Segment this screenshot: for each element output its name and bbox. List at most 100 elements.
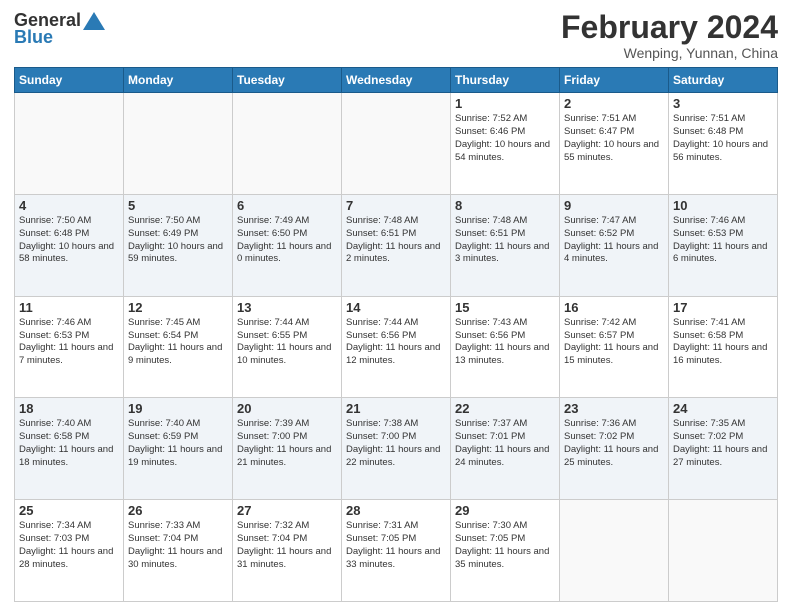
day-number: 28 bbox=[346, 503, 446, 518]
day-number: 14 bbox=[346, 300, 446, 315]
day-number: 20 bbox=[237, 401, 337, 416]
day-info: Sunrise: 7:47 AM Sunset: 6:52 PM Dayligh… bbox=[564, 215, 664, 266]
day-number: 17 bbox=[673, 300, 773, 315]
day-info: Sunrise: 7:49 AM Sunset: 6:50 PM Dayligh… bbox=[237, 215, 337, 266]
calendar-cell: 19 Sunrise: 7:40 AM Sunset: 6:59 PM Dayli… bbox=[124, 398, 233, 500]
day-number: 24 bbox=[673, 401, 773, 416]
weekday-header: Friday bbox=[560, 68, 669, 93]
day-number: 4 bbox=[19, 198, 119, 213]
calendar-week-row: 25 Sunrise: 7:34 AM Sunset: 7:03 PM Dayli… bbox=[15, 500, 778, 602]
calendar-cell: 8Sunrise: 7:48 AM Sunset: 6:51 PM Daylig… bbox=[451, 194, 560, 296]
day-number: 1 bbox=[455, 96, 555, 111]
calendar-cell: 1 Sunrise: 7:52 AM Sunset: 6:46 PM Daylig… bbox=[451, 93, 560, 195]
calendar-cell: 23 Sunrise: 7:36 AM Sunset: 7:02 PM Dayli… bbox=[560, 398, 669, 500]
day-info: Sunrise: 7:51 AM Sunset: 6:48 PM Dayligh… bbox=[673, 113, 773, 164]
calendar-cell bbox=[15, 93, 124, 195]
day-info: Sunrise: 7:48 AM Sunset: 6:51 PM Dayligh… bbox=[346, 215, 446, 266]
day-info: Sunrise: 7:35 AM Sunset: 7:02 PM Dayligh… bbox=[673, 418, 773, 469]
calendar-cell: 10Sunrise: 7:46 AM Sunset: 6:53 PM Dayli… bbox=[669, 194, 778, 296]
day-info: Sunrise: 7:50 AM Sunset: 6:49 PM Dayligh… bbox=[128, 215, 228, 266]
day-info: Sunrise: 7:38 AM Sunset: 7:00 PM Dayligh… bbox=[346, 418, 446, 469]
day-number: 26 bbox=[128, 503, 228, 518]
calendar-cell: 26 Sunrise: 7:33 AM Sunset: 7:04 PM Dayli… bbox=[124, 500, 233, 602]
month-title: February 2024 bbox=[561, 10, 778, 45]
weekday-header: Saturday bbox=[669, 68, 778, 93]
day-info: Sunrise: 7:44 AM Sunset: 6:56 PM Dayligh… bbox=[346, 317, 446, 368]
day-info: Sunrise: 7:44 AM Sunset: 6:55 PM Dayligh… bbox=[237, 317, 337, 368]
calendar-cell: 25 Sunrise: 7:34 AM Sunset: 7:03 PM Dayli… bbox=[15, 500, 124, 602]
day-info: Sunrise: 7:31 AM Sunset: 7:05 PM Dayligh… bbox=[346, 520, 446, 571]
day-number: 15 bbox=[455, 300, 555, 315]
day-info: Sunrise: 7:51 AM Sunset: 6:47 PM Dayligh… bbox=[564, 113, 664, 164]
day-info: Sunrise: 7:36 AM Sunset: 7:02 PM Dayligh… bbox=[564, 418, 664, 469]
calendar-cell bbox=[342, 93, 451, 195]
calendar-cell: 7 Sunrise: 7:48 AM Sunset: 6:51 PM Daylig… bbox=[342, 194, 451, 296]
calendar-cell: 2Sunrise: 7:51 AM Sunset: 6:47 PM Daylig… bbox=[560, 93, 669, 195]
header-right: February 2024 Wenping, Yunnan, China bbox=[561, 10, 778, 61]
calendar-cell: 21 Sunrise: 7:38 AM Sunset: 7:00 PM Dayli… bbox=[342, 398, 451, 500]
calendar-cell: 12Sunrise: 7:45 AM Sunset: 6:54 PM Dayli… bbox=[124, 296, 233, 398]
calendar-cell: 28 Sunrise: 7:31 AM Sunset: 7:05 PM Dayli… bbox=[342, 500, 451, 602]
calendar-cell: 18Sunrise: 7:40 AM Sunset: 6:58 PM Dayli… bbox=[15, 398, 124, 500]
day-number: 11 bbox=[19, 300, 119, 315]
day-number: 13 bbox=[237, 300, 337, 315]
calendar-cell: 20 Sunrise: 7:39 AM Sunset: 7:00 PM Dayli… bbox=[233, 398, 342, 500]
day-info: Sunrise: 7:32 AM Sunset: 7:04 PM Dayligh… bbox=[237, 520, 337, 571]
day-number: 9 bbox=[564, 198, 664, 213]
day-number: 10 bbox=[673, 198, 773, 213]
day-info: Sunrise: 7:52 AM Sunset: 6:46 PM Dayligh… bbox=[455, 113, 555, 164]
logo: General Blue bbox=[14, 10, 105, 48]
day-number: 7 bbox=[346, 198, 446, 213]
day-info: Sunrise: 7:40 AM Sunset: 6:59 PM Dayligh… bbox=[128, 418, 228, 469]
day-info: Sunrise: 7:43 AM Sunset: 6:56 PM Dayligh… bbox=[455, 317, 555, 368]
calendar-week-row: 11 Sunrise: 7:46 AM Sunset: 6:53 PM Dayli… bbox=[15, 296, 778, 398]
location: Wenping, Yunnan, China bbox=[561, 45, 778, 61]
day-info: Sunrise: 7:33 AM Sunset: 7:04 PM Dayligh… bbox=[128, 520, 228, 571]
day-info: Sunrise: 7:34 AM Sunset: 7:03 PM Dayligh… bbox=[19, 520, 119, 571]
day-info: Sunrise: 7:41 AM Sunset: 6:58 PM Dayligh… bbox=[673, 317, 773, 368]
calendar-cell: 16 Sunrise: 7:42 AM Sunset: 6:57 PM Dayli… bbox=[560, 296, 669, 398]
day-number: 21 bbox=[346, 401, 446, 416]
day-info: Sunrise: 7:37 AM Sunset: 7:01 PM Dayligh… bbox=[455, 418, 555, 469]
header: General Blue February 2024 Wenping, Yunn… bbox=[14, 10, 778, 61]
calendar-cell bbox=[560, 500, 669, 602]
calendar-week-row: 1 Sunrise: 7:52 AM Sunset: 6:46 PM Daylig… bbox=[15, 93, 778, 195]
day-number: 5 bbox=[128, 198, 228, 213]
calendar-cell: 13 Sunrise: 7:44 AM Sunset: 6:55 PM Dayli… bbox=[233, 296, 342, 398]
calendar-cell bbox=[669, 500, 778, 602]
day-number: 19 bbox=[128, 401, 228, 416]
day-number: 23 bbox=[564, 401, 664, 416]
calendar-cell: 6 Sunrise: 7:49 AM Sunset: 6:50 PM Daylig… bbox=[233, 194, 342, 296]
day-info: Sunrise: 7:42 AM Sunset: 6:57 PM Dayligh… bbox=[564, 317, 664, 368]
calendar-week-row: 4 Sunrise: 7:50 AM Sunset: 6:48 PM Daylig… bbox=[15, 194, 778, 296]
calendar-cell: 4 Sunrise: 7:50 AM Sunset: 6:48 PM Daylig… bbox=[15, 194, 124, 296]
calendar-cell: 22 Sunrise: 7:37 AM Sunset: 7:01 PM Dayli… bbox=[451, 398, 560, 500]
day-number: 18 bbox=[19, 401, 119, 416]
calendar-week-row: 18Sunrise: 7:40 AM Sunset: 6:58 PM Dayli… bbox=[15, 398, 778, 500]
calendar-cell: 15 Sunrise: 7:43 AM Sunset: 6:56 PM Dayli… bbox=[451, 296, 560, 398]
day-number: 16 bbox=[564, 300, 664, 315]
weekday-header: Tuesday bbox=[233, 68, 342, 93]
day-info: Sunrise: 7:30 AM Sunset: 7:05 PM Dayligh… bbox=[455, 520, 555, 571]
logo-triangle-icon bbox=[83, 12, 105, 30]
day-info: Sunrise: 7:50 AM Sunset: 6:48 PM Dayligh… bbox=[19, 215, 119, 266]
weekday-header: Monday bbox=[124, 68, 233, 93]
day-info: Sunrise: 7:39 AM Sunset: 7:00 PM Dayligh… bbox=[237, 418, 337, 469]
day-number: 25 bbox=[19, 503, 119, 518]
calendar-header-row: SundayMondayTuesdayWednesdayThursdayFrid… bbox=[15, 68, 778, 93]
day-info: Sunrise: 7:46 AM Sunset: 6:53 PM Dayligh… bbox=[19, 317, 119, 368]
weekday-header: Sunday bbox=[15, 68, 124, 93]
day-info: Sunrise: 7:45 AM Sunset: 6:54 PM Dayligh… bbox=[128, 317, 228, 368]
day-number: 6 bbox=[237, 198, 337, 213]
logo-blue-text: Blue bbox=[14, 27, 53, 48]
weekday-header: Wednesday bbox=[342, 68, 451, 93]
calendar-cell: 5 Sunrise: 7:50 AM Sunset: 6:49 PM Daylig… bbox=[124, 194, 233, 296]
day-number: 29 bbox=[455, 503, 555, 518]
calendar-cell bbox=[124, 93, 233, 195]
page: General Blue February 2024 Wenping, Yunn… bbox=[0, 0, 792, 612]
calendar-cell: 3Sunrise: 7:51 AM Sunset: 6:48 PM Daylig… bbox=[669, 93, 778, 195]
calendar-cell: 9 Sunrise: 7:47 AM Sunset: 6:52 PM Daylig… bbox=[560, 194, 669, 296]
calendar-cell: 24 Sunrise: 7:35 AM Sunset: 7:02 PM Dayli… bbox=[669, 398, 778, 500]
calendar-cell: 27Sunrise: 7:32 AM Sunset: 7:04 PM Dayli… bbox=[233, 500, 342, 602]
day-number: 22 bbox=[455, 401, 555, 416]
